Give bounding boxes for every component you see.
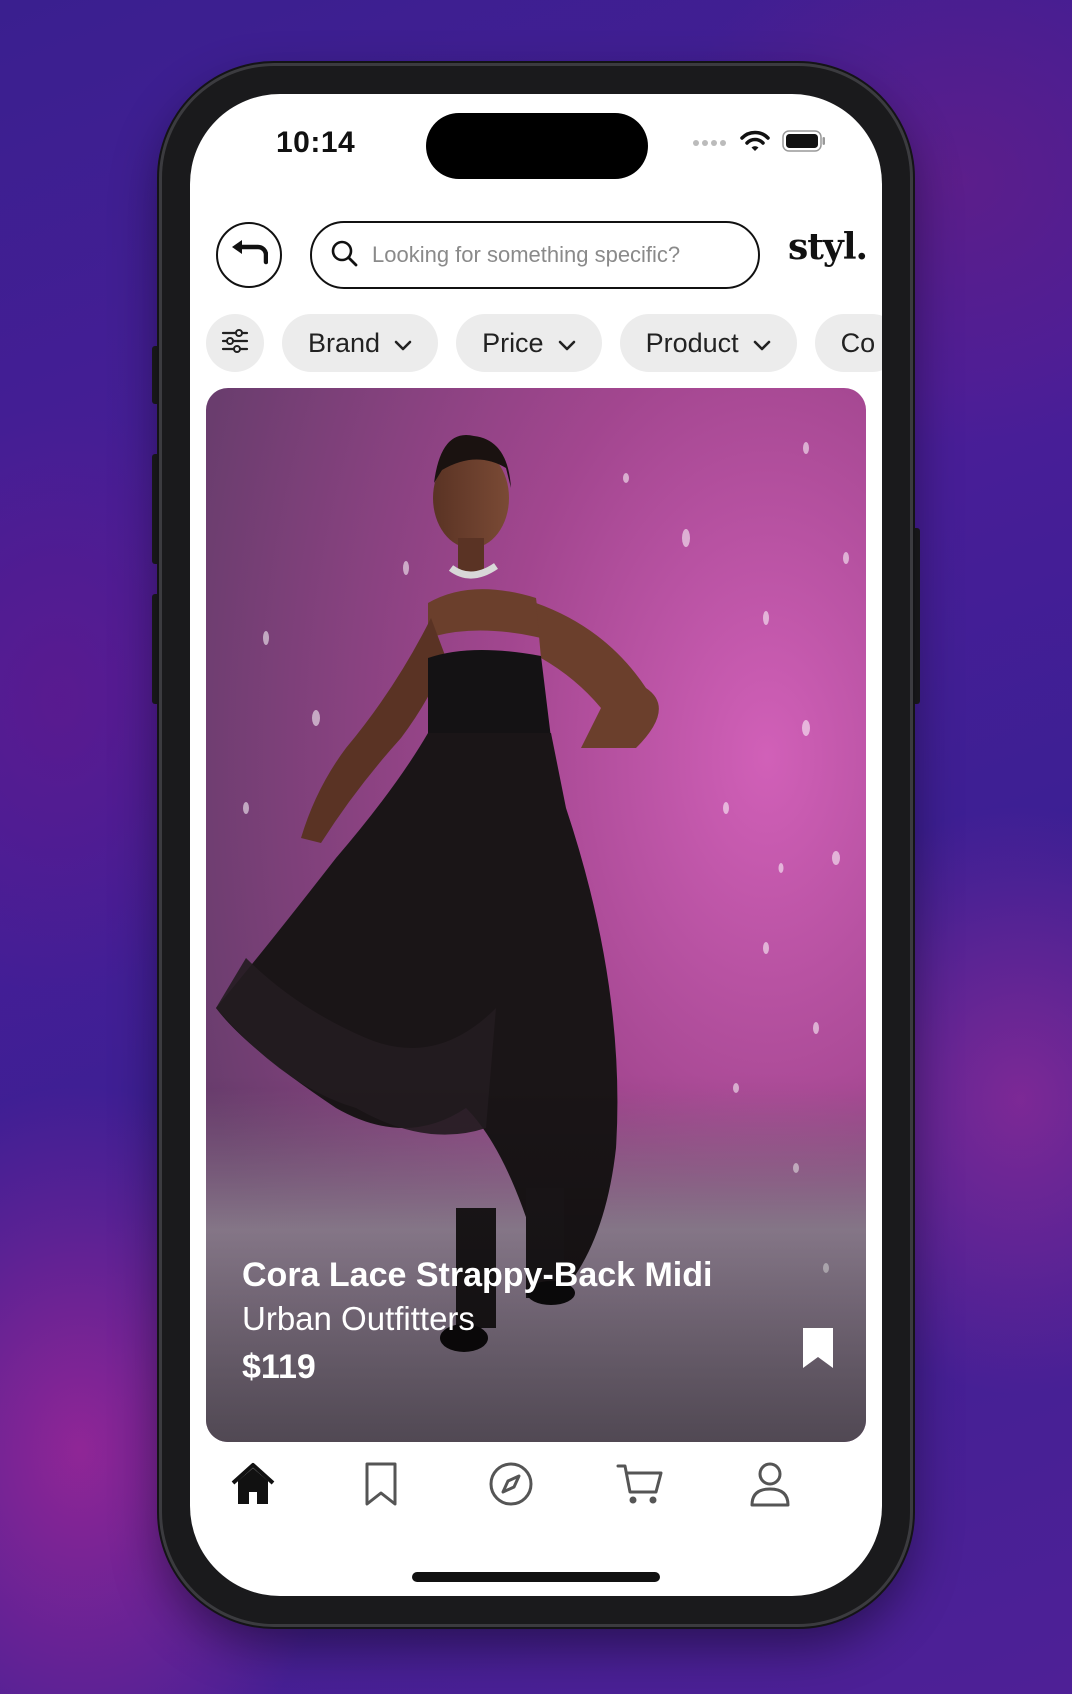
filter-chip-label: Brand [308,327,381,358]
wifi-icon [740,130,770,157]
filter-chip-label: Product [645,327,739,358]
save-bookmark-button[interactable] [800,1326,836,1375]
volume-down-button [152,594,162,704]
filter-bar: Brand Price Product Co [206,314,882,372]
filter-chip-label: Price [482,327,544,358]
status-icons [692,130,826,157]
home-indicator[interactable] [412,1572,660,1582]
chevron-down-icon [394,328,412,359]
bookmark-icon [364,1462,398,1511]
app-logo: styl. [788,226,868,268]
power-button [910,528,920,704]
search-bar[interactable] [310,221,760,289]
product-price: $119 [242,1348,316,1386]
home-icon [229,1462,277,1511]
bookmark-filled-icon [800,1328,836,1374]
tab-home[interactable] [223,1456,283,1516]
volume-up-button [152,454,162,564]
cart-icon [616,1462,664,1511]
app-screen: 10:14 Looking for something specific? st… [190,94,882,1596]
dynamic-island [426,113,648,179]
filter-chip-color[interactable]: Co [814,314,882,372]
signal-icon [692,135,728,153]
tab-cart[interactable] [610,1456,670,1516]
chevron-down-icon [558,328,576,359]
sliders-icon [221,328,249,358]
product-card[interactable]: Cora Lace Strappy-Back Midi Urban Outfit… [206,388,866,1442]
search-input[interactable] [370,241,734,269]
filter-settings-button[interactable] [206,314,264,372]
action-button [152,346,162,404]
search-icon [330,239,358,272]
tab-explore[interactable] [481,1456,541,1516]
tab-profile[interactable] [740,1456,800,1516]
filter-chip-brand[interactable]: Brand [282,314,439,372]
product-title: Cora Lace Strappy-Back Midi [242,1256,713,1294]
profile-icon [748,1461,792,1512]
tab-bar [190,1456,882,1526]
product-brand: Urban Outfitters [242,1300,475,1337]
undo-arrow-icon [230,239,269,271]
battery-icon [782,130,826,157]
chevron-down-icon [753,328,771,359]
compass-icon [488,1461,534,1512]
back-button[interactable] [216,222,282,288]
filter-chip-product[interactable]: Product [619,314,797,372]
tab-saved[interactable] [351,1456,411,1516]
filter-chip-label: Co [840,327,876,358]
filter-chip-price[interactable]: Price [456,314,602,372]
status-time: 10:14 [276,126,356,159]
